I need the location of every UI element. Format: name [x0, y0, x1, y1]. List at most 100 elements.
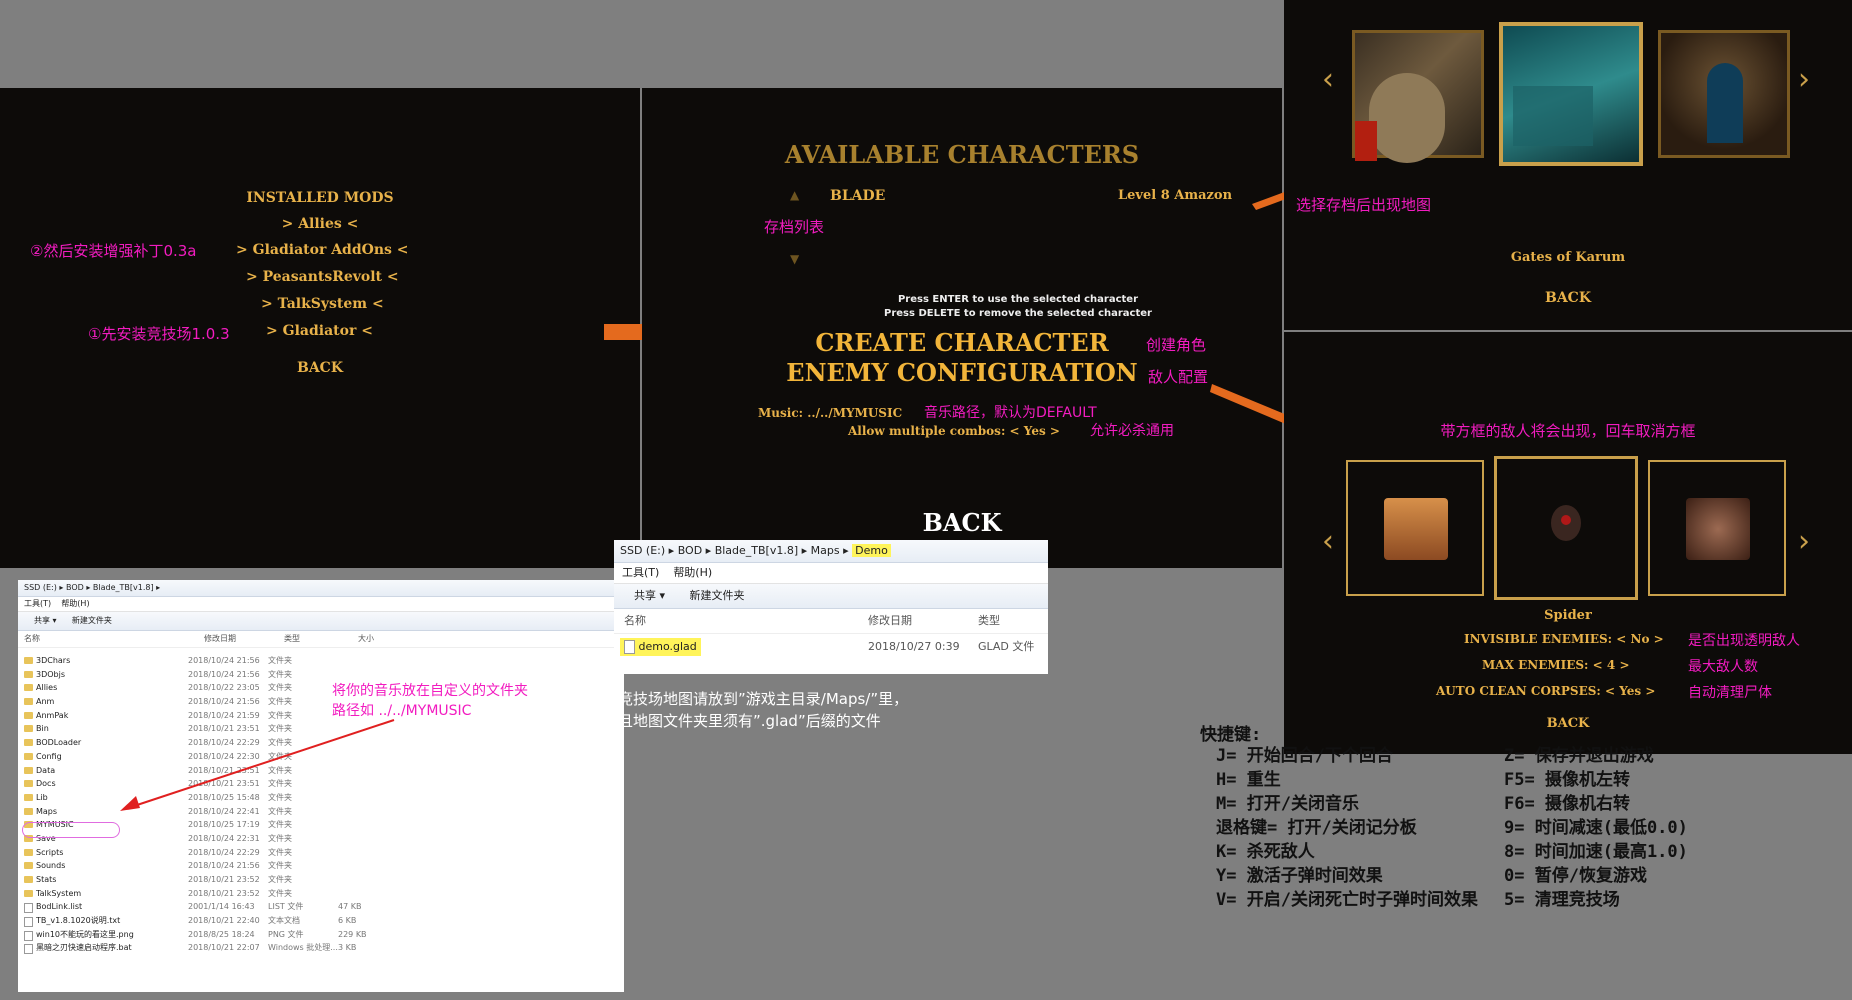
hint-enter: Press ENTER to use the selected characte…: [897, 294, 1139, 305]
music-setting[interactable]: Music: ../../MYMUSIC: [758, 406, 902, 420]
share-button[interactable]: 共享 ▾: [34, 616, 57, 625]
menu-help[interactable]: 帮助(H): [61, 599, 89, 608]
cell-name: 黑暗之刃快速启动程序.bat: [36, 943, 132, 953]
enemy-slot-3[interactable]: [1648, 460, 1786, 596]
maps-note: 选择存档后出现地图: [1296, 196, 1432, 214]
breadcrumb[interactable]: SSD (E:) ▸ BOD ▸ Blade_TB[v1.8] ▸: [18, 580, 624, 597]
characters-back-button[interactable]: BACK: [642, 508, 1282, 537]
auto-clean-setting[interactable]: AUTO CLEAN CORPSES: < Yes >: [1436, 684, 1655, 698]
toolbar: 共享 ▾ 新建文件夹: [18, 612, 624, 631]
maps-left-arrow-icon[interactable]: ‹: [1322, 62, 1334, 97]
invisible-note: 是否出现透明敌人: [1688, 633, 1800, 649]
col-name[interactable]: 名称: [24, 631, 40, 647]
folder-icon: [24, 711, 33, 719]
character-name[interactable]: BLADE: [830, 188, 885, 204]
music-note: 音乐路径，默认为DEFAULT: [924, 405, 1097, 421]
toolbar-maps: 共享 ▾ 新建文件夹: [614, 584, 1048, 609]
col-size[interactable]: 大小: [358, 631, 374, 647]
map-thumbnail-selected[interactable]: [1499, 22, 1643, 166]
note-gladiator: ①先安装竞技场1.0.3: [88, 325, 230, 343]
mod-item-allies[interactable]: > Allies <: [0, 216, 640, 232]
table-row[interactable]: Allies 2018/10/22 23:05 文件夹: [18, 681, 624, 695]
new-folder-button[interactable]: 新建文件夹: [690, 589, 745, 602]
table-row[interactable]: Stats 2018/10/21 23:52 文件夹: [18, 873, 624, 887]
music-folder-note-1: 将你的音乐放在自定义的文件夹: [332, 683, 528, 699]
enemy-slot-1[interactable]: [1346, 460, 1484, 596]
max-enemies-setting[interactable]: MAX ENEMIES: < 4 >: [1482, 658, 1630, 672]
maps-instruction-2: 且地图文件夹里须有”.glad”后缀的文件: [618, 712, 881, 730]
combos-setting[interactable]: Allow multiple combos: < Yes >: [848, 424, 1060, 438]
folder-icon: [24, 807, 33, 815]
table-row[interactable]: win10不能玩的看这里.png 2018/8/25 18:24 PNG 文件 229…: [18, 928, 624, 942]
table-row[interactable]: 3DObjs 2018/10/24 21:56 文件夹: [18, 668, 624, 682]
explorer-window-maps: SSD (E:) ▸ BOD ▸ Blade_TB[v1.8] ▸ Maps ▸…: [614, 540, 1048, 674]
file-icon: [24, 944, 33, 955]
col-date[interactable]: 修改日期: [868, 609, 912, 633]
cell-date: 2018/10/21 22:40: [188, 916, 260, 926]
enemy-name: Spider: [1544, 608, 1592, 623]
map-thumbnail-1[interactable]: [1352, 30, 1484, 163]
map-thumbnail-3[interactable]: [1658, 30, 1790, 158]
cell-name: Anm: [36, 697, 55, 707]
cell-type: Windows 批处理...: [268, 943, 338, 953]
mod-item-peasants-revolt[interactable]: > PeasantsRevolt <: [246, 269, 399, 285]
col-name[interactable]: 名称: [624, 609, 646, 633]
characters-panel: AVAILABLE CHARACTERS ▲ BLADE Level 8 Ama…: [642, 88, 1282, 568]
col-type[interactable]: 类型: [978, 609, 1000, 633]
column-headers: 名称 修改日期 类型 大小: [18, 631, 624, 648]
shortcut-left-item: M= 打开/关闭音乐: [1216, 794, 1359, 814]
scroll-up-icon[interactable]: ▲: [790, 188, 799, 202]
table-row[interactable]: TalkSystem 2018/10/21 23:52 文件夹: [18, 887, 624, 901]
menu-tools[interactable]: 工具(T): [622, 566, 659, 579]
enemies-left-arrow-icon[interactable]: ‹: [1322, 524, 1334, 559]
col-type[interactable]: 类型: [284, 631, 300, 647]
folder-icon: [24, 739, 33, 747]
maps-back-button[interactable]: BACK: [1284, 290, 1852, 306]
mod-item-talksystem[interactable]: > TalkSystem <: [261, 296, 384, 312]
cell-type: PNG 文件: [268, 929, 304, 939]
scroll-down-icon[interactable]: ▼: [790, 252, 799, 266]
folder-icon: [24, 780, 33, 788]
breadcrumb-maps[interactable]: SSD (E:) ▸ BOD ▸ Blade_TB[v1.8] ▸ Maps ▸…: [614, 540, 1048, 563]
enemies-right-arrow-icon[interactable]: ›: [1798, 524, 1810, 559]
folder-icon: [24, 698, 33, 706]
table-row[interactable]: 3DChars 2018/10/24 21:56 文件夹: [18, 654, 624, 668]
table-row[interactable]: Sounds 2018/10/24 21:56 文件夹: [18, 859, 624, 873]
file-row-demo[interactable]: demo.glad 2018/10/27 0:39 GLAD 文件: [614, 634, 1048, 660]
table-row[interactable]: TB_v1.8.1020说明.txt 2018/10/21 22:40 文本文档 6 …: [18, 914, 624, 928]
shortcut-right-item: F5= 摄像机左转: [1504, 770, 1630, 790]
table-row[interactable]: Scripts 2018/10/24 22:29 文件夹: [18, 846, 624, 860]
mods-back-button[interactable]: BACK: [0, 360, 640, 376]
shortcut-left-item: V= 开启/关闭死亡时子弹时间效果: [1216, 890, 1478, 910]
cell-name: 3DChars: [36, 656, 71, 665]
file-demo-type: GLAD 文件: [978, 640, 1035, 653]
file-icon: [24, 903, 33, 914]
folder-icon: [24, 684, 33, 692]
cell-date: 2018/10/24 22:29: [188, 847, 260, 857]
new-folder-button[interactable]: 新建文件夹: [72, 616, 112, 625]
cell-name: AnmPak: [36, 710, 69, 720]
table-row[interactable]: 黑暗之刃快速启动程序.bat 2018/10/21 22:07 Windows 批处…: [18, 941, 624, 955]
cell-name: Bin: [36, 724, 49, 734]
mod-item-gladiator[interactable]: > Gladiator <: [266, 323, 373, 339]
mod-item-gladiator-addons[interactable]: > Gladiator AddOns <: [236, 242, 409, 258]
enemy-config-panel: 带方框的敌人将会出现，回车取消方框 ‹ › Spider INVISIBLE E…: [1284, 332, 1852, 754]
installed-mods-panel: INSTALLED MODS > Allies < > Gladiator Ad…: [0, 88, 640, 568]
invisible-enemies-setting[interactable]: INVISIBLE ENEMIES: < No >: [1464, 632, 1664, 646]
cell-date: 2018/10/21 23:52: [188, 875, 260, 884]
menu-tools[interactable]: 工具(T): [24, 599, 51, 608]
table-row[interactable]: BodLink.list 2001/1/14 16:43 LIST 文件 47 KB: [18, 900, 624, 914]
cell-type: LIST 文件: [268, 902, 304, 912]
cell-type: 文件夹: [268, 861, 292, 871]
menu-help[interactable]: 帮助(H): [673, 566, 712, 579]
share-button[interactable]: 共享 ▾: [634, 589, 665, 602]
installed-mods-title: INSTALLED MODS: [246, 190, 394, 206]
enemy-slot-selected[interactable]: [1494, 456, 1638, 600]
col-date[interactable]: 修改日期: [204, 631, 236, 647]
maps-right-arrow-icon[interactable]: ›: [1798, 62, 1810, 97]
folder-icon: [24, 876, 33, 883]
table-row[interactable]: Anm 2018/10/24 21:56 文件夹: [18, 695, 624, 709]
shortcuts-left: J= 开始回合/下个回合 H= 重生 M= 打开/关闭音乐 退格键= 打开/关闭记分板…: [1216, 744, 1478, 912]
auto-clean-note: 自动清理尸体: [1688, 685, 1772, 701]
cell-name: TalkSystem: [36, 888, 82, 898]
